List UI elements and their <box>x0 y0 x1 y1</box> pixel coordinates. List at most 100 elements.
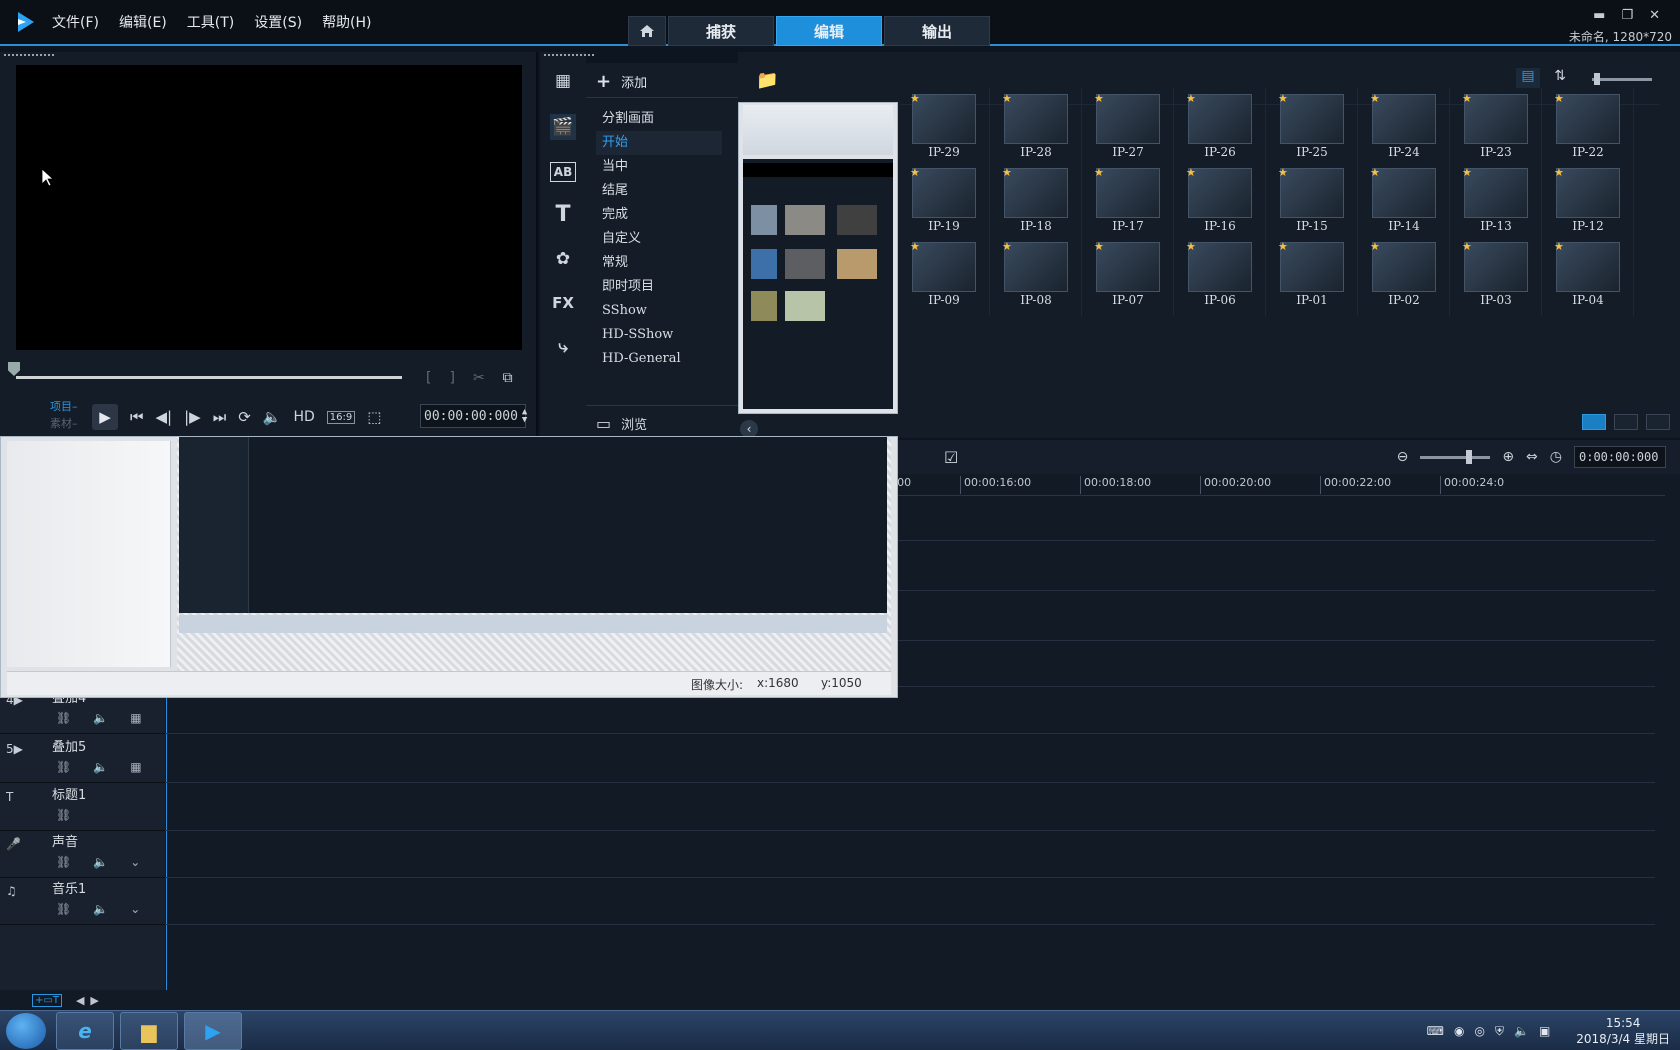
folder-split-screen[interactable]: 分割画面 <box>596 107 722 131</box>
check-icon[interactable]: ☑ <box>944 448 958 467</box>
instant-project-thumbnail[interactable]: ★ IP-18 <box>990 162 1082 242</box>
link-icon[interactable]: ⛓ <box>56 711 71 725</box>
repeat-icon[interactable]: ⟳ <box>238 408 251 426</box>
start-button[interactable] <box>6 1013 46 1049</box>
project-mode-label[interactable]: 项目– <box>50 398 78 415</box>
track-manager-icon[interactable]: +▭T <box>32 993 62 1007</box>
folder-start[interactable]: 开始 <box>596 131 722 155</box>
instant-project-thumbnail[interactable]: ★ IP-29 <box>898 88 990 168</box>
instant-project-thumbnail[interactable]: ★ IP-02 <box>1358 236 1450 316</box>
volume-tray-icon[interactable]: 🔈 <box>1514 1024 1529 1038</box>
add-folder-button[interactable]: + 添加 <box>596 71 647 92</box>
ie-icon[interactable]: e <box>56 1012 114 1050</box>
browse-button[interactable]: ▭ 浏览 <box>596 414 647 433</box>
edit-options-button[interactable] <box>1646 414 1670 430</box>
instant-project-thumbnail[interactable]: ★ IP-25 <box>1266 88 1358 168</box>
track-lane[interactable] <box>165 732 1655 783</box>
close-icon[interactable]: ✕ <box>1649 8 1660 23</box>
instant-project-thumbnail[interactable]: ★ IP-15 <box>1266 162 1358 242</box>
folder-ending[interactable]: 结尾 <box>596 179 722 203</box>
timeline-scrollbar[interactable] <box>1662 496 1674 936</box>
instant-project-icon[interactable]: 🎬 <box>550 114 576 140</box>
grid-icon[interactable]: ▦ <box>130 760 141 774</box>
restore-icon[interactable]: ❐ <box>1621 8 1633 23</box>
timeline-timecode[interactable]: 0:00:00:000 <box>1574 446 1666 468</box>
library-view-button-2[interactable] <box>1614 414 1638 430</box>
track-lane[interactable] <box>165 780 1655 831</box>
menu-edit[interactable]: 编辑(E) <box>119 12 167 32</box>
thumbnail-size-slider[interactable] <box>1592 73 1652 85</box>
link-icon[interactable]: ⛓ <box>56 760 71 774</box>
folder-general[interactable]: 常规 <box>596 251 722 275</box>
scroll-left-icon[interactable]: ◀ <box>76 994 84 1007</box>
track-header[interactable]: ♫ 音乐1 ⛓ 🔈 ⌄ <box>0 874 165 925</box>
videostudio-taskbar-icon[interactable]: ▶ <box>184 1012 242 1050</box>
mark-out-icon[interactable]: ] <box>449 370 454 386</box>
instant-project-thumbnail[interactable]: ★ IP-23 <box>1450 88 1542 168</box>
folder-complete[interactable]: 完成 <box>596 203 722 227</box>
instant-project-thumbnail[interactable]: ★ IP-04 <box>1542 236 1634 316</box>
clock[interactable]: 15:54 2018/3/4 星期日 <box>1576 1015 1670 1047</box>
timecode-stepper-icon[interactable]: ▲ ▼ <box>522 408 527 425</box>
folder-sshow[interactable]: SShow <box>596 299 722 323</box>
scissors-icon[interactable]: ✂ <box>473 370 485 386</box>
folder-hd-sshow[interactable]: HD-SShow <box>596 323 722 347</box>
end-icon[interactable]: ⏭ <box>213 408 227 426</box>
project-clip-switch[interactable]: 项目– 素材– <box>50 398 78 432</box>
instant-project-thumbnail[interactable]: ★ IP-13 <box>1450 162 1542 242</box>
minimize-icon[interactable]: ▬ <box>1593 8 1605 23</box>
transition-icon[interactable]: AB <box>550 162 576 182</box>
folder-instant-project[interactable]: 即时项目 <box>596 275 722 299</box>
track-volume-icon[interactable]: 🔈 <box>93 902 108 916</box>
panel-grip[interactable] <box>4 54 54 58</box>
zoom-in-icon[interactable]: ⊕ <box>1502 449 1514 465</box>
menu-help[interactable]: 帮助(H) <box>322 12 371 32</box>
panel-grip[interactable] <box>544 54 594 58</box>
import-folder-icon[interactable]: 📁 <box>756 70 778 91</box>
folder-middle[interactable]: 当中 <box>596 155 722 179</box>
zoom-out-icon[interactable]: ⊖ <box>1397 449 1409 465</box>
link-icon[interactable]: ⛓ <box>56 855 71 869</box>
track-lane[interactable] <box>165 827 1655 878</box>
tab-edit[interactable]: 编辑 <box>776 16 882 46</box>
track-volume-icon[interactable]: 🔈 <box>93 760 108 774</box>
instant-project-thumbnail[interactable]: ★ IP-19 <box>898 162 990 242</box>
link-icon[interactable]: ⛓ <box>56 808 71 822</box>
instant-project-thumbnail[interactable]: ★ IP-27 <box>1082 88 1174 168</box>
enlarge-preview-icon[interactable]: ⧉ <box>503 370 513 386</box>
title-icon[interactable]: T <box>550 202 576 228</box>
scrubber-handle[interactable] <box>8 362 20 376</box>
track-volume-icon[interactable]: 🔈 <box>93 855 108 869</box>
menu-tools[interactable]: 工具(T) <box>187 12 234 32</box>
instant-project-thumbnail[interactable]: ★ IP-12 <box>1542 162 1634 242</box>
track-header[interactable]: 🎤 声音 ⛓ 🔈 ⌄ <box>0 827 165 878</box>
menu-settings[interactable]: 设置(S) <box>254 12 302 32</box>
instant-project-thumbnail[interactable]: ★ IP-22 <box>1542 88 1634 168</box>
fx-icon[interactable]: FX <box>550 290 576 316</box>
instant-project-thumbnail[interactable]: ★ IP-26 <box>1174 88 1266 168</box>
menu-file[interactable]: 文件(F) <box>52 12 99 32</box>
instant-project-thumbnail[interactable]: ★ IP-28 <box>990 88 1082 168</box>
shield-icon[interactable]: ⛨ <box>1495 1024 1504 1039</box>
instant-project-thumbnail[interactable]: ★ IP-17 <box>1082 162 1174 242</box>
app-tray-icon[interactable]: ◉ <box>1454 1024 1464 1038</box>
track-lane[interactable] <box>165 874 1655 925</box>
tab-output[interactable]: 输出 <box>884 16 990 46</box>
mark-in-icon[interactable]: [ <box>426 370 431 386</box>
track-header[interactable]: T 标题1 ⛓ <box>0 780 165 831</box>
instant-project-thumbnail[interactable]: ★ IP-03 <box>1450 236 1542 316</box>
path-icon[interactable]: ⤷ <box>550 334 576 360</box>
media-icon[interactable]: ▦ <box>550 68 576 94</box>
track-volume-icon[interactable]: 🔈 <box>93 711 108 725</box>
fit-project-icon[interactable]: ⇔ <box>1526 449 1538 465</box>
play-button[interactable]: ▶ <box>92 404 118 430</box>
library-view-button-1[interactable] <box>1582 414 1606 430</box>
instant-project-thumbnail[interactable]: ★ IP-14 <box>1358 162 1450 242</box>
prev-frame-icon[interactable]: ◀| <box>156 408 173 426</box>
view-list-icon[interactable]: ▤ <box>1516 68 1540 88</box>
crop-select-icon[interactable]: ⬚ <box>367 408 381 426</box>
scroll-right-icon[interactable]: ▶ <box>90 994 98 1007</box>
start-icon[interactable]: ⏮ <box>130 408 144 426</box>
timecode-field[interactable]: 00:00:00:000 ▲ ▼ <box>420 404 527 428</box>
expand-icon[interactable]: ⌄ <box>130 855 140 869</box>
